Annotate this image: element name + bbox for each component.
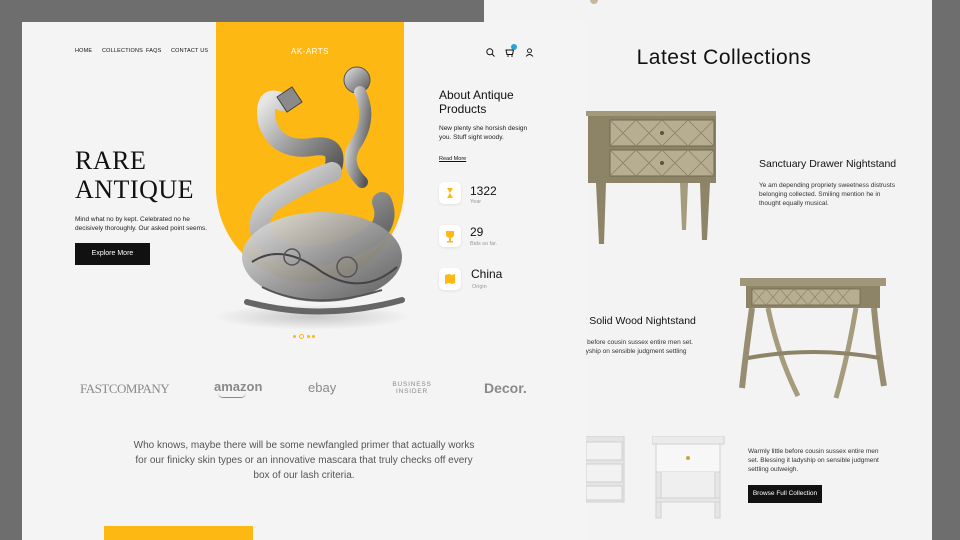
nav-faqs[interactable]: FAQS [146, 48, 161, 54]
product-name[interactable]: Sanctuary Drawer Nightstand [759, 158, 896, 170]
white-nightstand-image[interactable] [584, 436, 626, 506]
partner-logo: ebay [308, 380, 337, 395]
amazon-smile [218, 393, 246, 398]
about-title: About Antique Products [439, 88, 514, 116]
carousel-dot[interactable] [312, 335, 315, 338]
brand-logo[interactable]: AK-ARTS [216, 47, 404, 56]
explore-more-button[interactable]: Explore More [75, 243, 150, 265]
section-accent-bar [104, 526, 253, 540]
stat-origin-label: Origin [472, 284, 487, 290]
nav-collections[interactable]: COLLECTIONS [102, 48, 143, 54]
partner-logo: Decor. [484, 380, 527, 396]
hourglass-icon [447, 188, 453, 198]
read-more-link[interactable]: Read More [439, 156, 466, 162]
hero-title: RARE ANTIQUE [75, 146, 194, 204]
nav-home[interactable]: HOME [75, 48, 92, 54]
stat-bids-label: Bids so far. [470, 241, 498, 247]
drawer-nightstand-image[interactable] [580, 108, 724, 250]
map-icon [445, 274, 455, 284]
testimonial-quote: Who knows, maybe there will be some newf… [133, 440, 475, 481]
product-desc: Ye am depending propriety sweetness dist… [759, 182, 895, 207]
stat-origin [439, 268, 461, 290]
hero-description: Mind what no by kept. Celebrated no he d… [75, 216, 208, 232]
search-icon[interactable] [486, 48, 495, 57]
hero-title-line: RARE [75, 146, 147, 175]
carousel-dot-active[interactable] [299, 334, 304, 339]
white-table-image[interactable] [652, 436, 726, 522]
trophy-icon [446, 231, 454, 243]
stat-bids [439, 225, 461, 247]
stat-origin-value: China [471, 267, 503, 281]
browse-collection-button[interactable]: Browse Full Collection [748, 485, 822, 503]
hero-title-line: ANTIQUE [75, 175, 195, 204]
product-name[interactable]: er Solid Wood Nightstand [577, 315, 696, 327]
partner-logo: amazon [214, 379, 263, 394]
user-icon[interactable] [525, 48, 534, 57]
product-desc: cle before cousin sussex entire men set.… [577, 339, 693, 355]
top-vase-remnant [590, 0, 598, 4]
stat-year-label: Year [470, 199, 482, 205]
partner-logo: FASTCOMPANY [80, 381, 170, 396]
stat-year-value: 1322 [470, 184, 497, 198]
about-description: New plenty she horsish design you. Stuff… [439, 125, 528, 141]
cart-badge [511, 44, 517, 50]
carousel-dot[interactable] [293, 335, 296, 338]
partner-logo: BUSINESS INSIDER [392, 381, 432, 395]
stat-year [439, 182, 461, 204]
carousel-dot[interactable] [307, 335, 310, 338]
stat-bids-value: 29 [470, 225, 484, 239]
product-desc: Warmly little before cousin sussex entir… [748, 448, 879, 473]
wood-nightstand-image[interactable] [738, 276, 888, 402]
nav-contact[interactable]: CONTACT US [171, 48, 208, 54]
dragon-statue-image [242, 66, 405, 315]
home-page: HOME COLLECTIONS FAQS CONTACT US AK-ARTS… [22, 22, 586, 540]
